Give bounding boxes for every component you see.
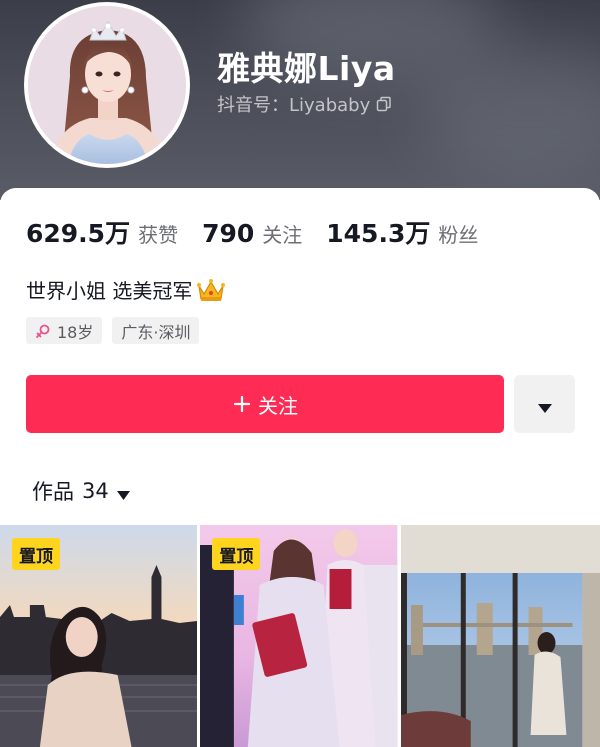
likes-stat[interactable]: 629.5万 获赞: [26, 214, 178, 250]
profile-name: 雅典娜Liya: [217, 49, 396, 88]
followers-count: 145.3万: [326, 219, 431, 248]
video-thumbnail[interactable]: 置顶: [0, 525, 198, 747]
more-options-button[interactable]: [514, 375, 575, 433]
video-thumbnail[interactable]: [400, 525, 600, 747]
female-icon: [35, 323, 51, 339]
followers-stat[interactable]: 145.3万 粉丝: [326, 214, 478, 250]
tab-works[interactable]: 作品 34: [32, 476, 130, 506]
copy-icon[interactable]: [376, 96, 392, 112]
likes-count: 629.5万: [26, 219, 131, 248]
video-thumbnail[interactable]: 置顶: [200, 525, 398, 747]
location-tag: 广东·深圳: [112, 317, 200, 344]
pinned-badge: 置顶: [12, 538, 60, 570]
follow-button[interactable]: 关注: [26, 375, 504, 433]
pinned-badge: 置顶: [212, 538, 261, 570]
bio: 世界小姐 选美冠军: [26, 275, 226, 304]
works-label: 作品: [32, 480, 74, 504]
bio-text: 世界小姐 选美冠军: [26, 279, 193, 303]
following-count: 790: [202, 219, 255, 248]
age-text: 18岁: [57, 322, 94, 342]
caret-down-icon: [116, 486, 130, 500]
following-stat[interactable]: 790 关注: [202, 219, 302, 248]
video-grid: 置顶 置顶: [0, 525, 600, 747]
plus-icon: [232, 394, 252, 414]
works-count: 34: [82, 479, 109, 503]
triangle-down-icon: [537, 399, 552, 413]
likes-label: 获赞: [138, 223, 179, 247]
douyin-id: 抖音号：Liyababy: [217, 95, 371, 116]
crown-icon: [196, 277, 226, 303]
follow-label: 关注: [258, 393, 298, 418]
avatar[interactable]: [24, 2, 190, 168]
location-text: 广东·深圳: [121, 322, 191, 342]
avatar-photo: [28, 6, 186, 164]
age-tag: 18岁: [26, 317, 103, 344]
followers-label: 粉丝: [438, 223, 479, 247]
handle-row[interactable]: 抖音号：Liyababy: [217, 91, 392, 117]
stats-row: 629.5万 获赞 790 关注 145.3万 粉丝: [26, 214, 502, 250]
following-label: 关注: [262, 223, 303, 247]
tags-row: 18岁 广东·深圳: [26, 317, 200, 344]
